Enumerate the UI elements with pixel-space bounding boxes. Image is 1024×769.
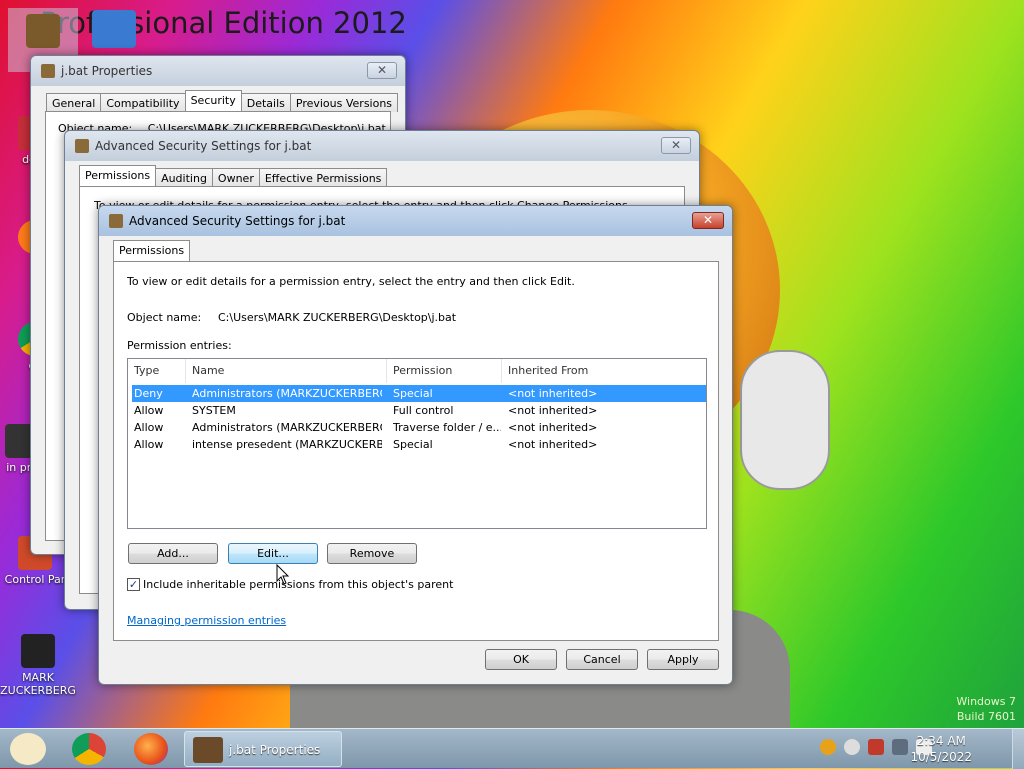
clock-time: 2:34 AM [916,734,966,748]
watermark-line-1: Windows 7 [956,695,1016,708]
cell-name: intense presedent (MARKZUCKERBE... [192,438,382,451]
cell-permission: Traverse folder / e... [393,421,501,434]
cancel-button[interactable]: Cancel [566,649,638,670]
close-button[interactable]: ✕ [661,137,691,154]
window-title: Advanced Security Settings for j.bat [129,214,346,228]
cell-permission: Full control [393,404,454,417]
tab-effective-permissions[interactable]: Effective Permissions [258,168,388,187]
remove-button[interactable]: Remove [327,543,417,564]
permission-entries-label: Permission entries: [127,339,232,352]
inherit-checkbox-label: Include inheritable permissions from thi… [143,578,454,591]
window-title: j.bat Properties [61,64,153,78]
close-button[interactable]: ✕ [692,212,724,229]
taskbar-button-properties[interactable]: j.bat Properties [184,731,342,767]
table-row[interactable]: Allow Administrators (MARKZUCKERBERG\...… [132,419,706,436]
cell-name: Administrators (MARKZUCKERBERG\... [192,421,382,434]
advanced-security-window[interactable]: Advanced Security Settings for j.bat ✕ P… [98,205,733,685]
ok-button[interactable]: OK [485,649,557,670]
column-name[interactable]: Name [186,359,387,383]
clock-date: 10/5/2022 [910,750,972,764]
cell-permission: Special [393,438,433,451]
tab-permissions[interactable]: Permissions [113,240,191,262]
cell-type: Allow [134,421,164,434]
clock[interactable]: 2:34 AM 10/5/2022 [910,733,972,765]
wallpaper-arm [740,350,830,490]
tab-general[interactable]: General [46,93,102,112]
tab-security[interactable]: Security [184,90,242,112]
permission-entries-list[interactable]: Type Name Permission Inherited From Deny… [127,358,707,529]
advanced-security-titlebar[interactable]: Advanced Security Settings for j.bat ✕ [65,131,699,161]
desktop-icon-label: MARK ZUCKERBERG [0,671,76,697]
table-row[interactable]: Allow intense presedent (MARKZUCKERBE...… [132,436,706,453]
apply-button[interactable]: Apply [647,649,719,670]
cell-inherited-from: <not inherited> [508,421,598,434]
search-icon[interactable] [820,739,836,755]
add-button[interactable]: Add... [128,543,218,564]
object-name-value: C:\Users\MARK ZUCKERBERG\Desktop\j.bat [218,311,457,324]
cell-type: Allow [134,438,164,451]
column-inherited-from[interactable]: Inherited From [502,359,708,383]
inherit-checkbox-row[interactable]: ✓ Include inheritable permissions from t… [127,578,453,591]
properties-tabs: General Compatibility Security Details P… [46,90,399,112]
security-icon [75,139,89,153]
taskbar-button-label: j.bat Properties [229,743,321,757]
edit-button[interactable]: Edit... [228,543,318,564]
cell-type: Allow [134,404,164,417]
permissions-intro: To view or edit details for a permission… [127,275,575,288]
user-folder-icon [21,634,55,668]
cell-inherited-from: <not inherited> [508,387,598,400]
tab-details[interactable]: Details [240,93,291,112]
table-row[interactable]: Allow SYSTEM Full control <not inherited… [132,402,706,419]
show-desktop-button[interactable] [1012,729,1024,769]
security-icon [109,214,123,228]
tab-auditing[interactable]: Auditing [155,168,213,187]
action-center-icon[interactable] [868,739,884,755]
window-title: Advanced Security Settings for j.bat [95,139,312,153]
tab-permissions[interactable]: Permissions [79,165,157,187]
watermark-line-2: Build 7601 [956,710,1016,723]
column-permission[interactable]: Permission [387,359,502,383]
batch-file-icon [193,737,223,763]
tray-app-icon[interactable] [844,739,860,755]
advanced-security-titlebar[interactable]: Advanced Security Settings for j.bat ✕ [99,206,732,236]
advanced-tabs: Permissions Auditing Owner Effective Per… [79,165,388,187]
permissions-panel: To view or edit details for a permission… [113,261,719,641]
mouse-cursor-icon [276,564,290,585]
desktop-icon-mark-zuckerberg[interactable]: MARK ZUCKERBERG [0,634,76,697]
os-watermark: Windows 7 Build 7601 [956,694,1016,724]
batch-file-icon [41,64,55,78]
cell-name: SYSTEM [192,404,236,417]
chrome-icon[interactable] [72,733,106,765]
cell-name: Administrators (MARKZUCKERBERG\... [192,387,382,400]
start-button[interactable] [10,733,46,765]
managing-permissions-link[interactable]: Managing permission entries [127,614,286,627]
column-type[interactable]: Type [128,359,186,383]
close-button[interactable]: ✕ [367,62,397,79]
folder-icon [92,10,136,48]
batch-file-icon [26,14,60,48]
cell-permission: Special [393,387,433,400]
desktop-icon-label: Control Par [4,573,66,586]
network-icon[interactable] [892,739,908,755]
properties-titlebar[interactable]: j.bat Properties ✕ [31,56,405,86]
cell-type: Deny [134,387,163,400]
object-name-label: Object name: [127,311,202,324]
taskbar: j.bat Properties 2:34 AM 10/5/2022 [0,728,1024,769]
advanced-tabs: Permissions [113,240,191,262]
inherit-checkbox[interactable]: ✓ [127,578,140,591]
tab-previous-versions[interactable]: Previous Versions [289,93,399,112]
tab-compatibility[interactable]: Compatibility [100,93,186,112]
cell-inherited-from: <not inherited> [508,438,598,451]
table-row[interactable]: Deny Administrators (MARKZUCKERBERG\... … [132,385,706,402]
cell-inherited-from: <not inherited> [508,404,598,417]
tab-owner[interactable]: Owner [211,168,260,187]
firefox-icon[interactable] [134,733,168,765]
